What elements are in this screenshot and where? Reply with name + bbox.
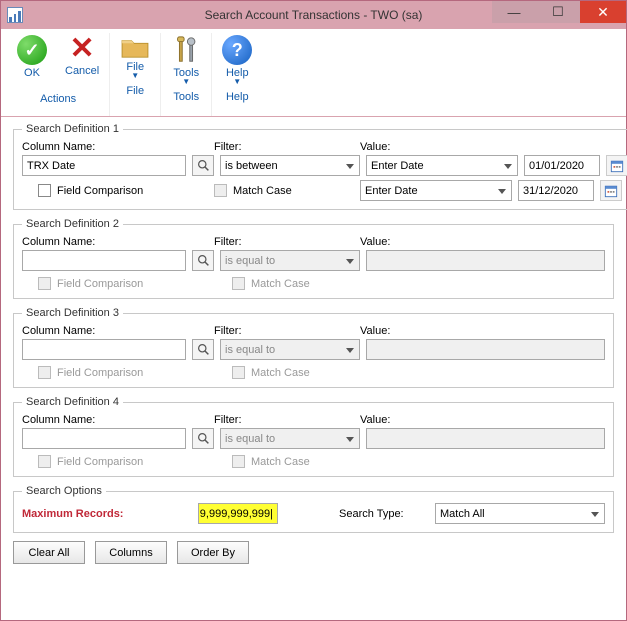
chevron-down-icon: ▼ — [182, 79, 190, 85]
app-icon — [7, 7, 23, 23]
search-definition-legend: Search Definition 3 — [22, 307, 123, 319]
window-buttons: — ☐ ✕ — [492, 1, 626, 23]
titlebar: Search Account Transactions - TWO (sa) —… — [1, 1, 626, 29]
column-name-field[interactable] — [22, 428, 186, 449]
search-definition-group: Search Definition 4 Column Name: Filter: Va… — [13, 396, 614, 477]
file-button[interactable]: File ▼ — [114, 33, 156, 81]
filter-select[interactable]: is equal to — [220, 428, 360, 449]
cancel-button[interactable]: ✕ Cancel — [59, 33, 105, 89]
toolbar-group-label: Tools — [165, 91, 207, 103]
filter-select[interactable]: is equal to — [220, 250, 360, 271]
column-name-label: Column Name: — [22, 141, 208, 153]
filter-label: Filter: — [214, 325, 354, 337]
value-select[interactable]: Enter Date — [366, 155, 518, 176]
filter-label: Filter: — [214, 414, 354, 426]
calendar-button[interactable] — [600, 180, 622, 201]
field-comparison-checkbox: Field Comparison — [38, 366, 208, 379]
filter-label: Filter: — [214, 236, 354, 248]
toolbar-group-file: File ▼ File — [110, 33, 161, 116]
help-button[interactable]: ? Help ▼ — [216, 33, 258, 87]
ok-icon: ✓ — [17, 35, 47, 65]
value-field[interactable] — [366, 339, 605, 360]
column-name-field[interactable] — [22, 339, 186, 360]
field-comparison-checkbox: Field Comparison — [38, 277, 208, 290]
search-type-label: Search Type: — [339, 508, 429, 520]
clear-all-button[interactable]: Clear All — [13, 541, 85, 564]
match-case-checkbox: Match Case — [214, 184, 354, 197]
filter-label: Filter: — [214, 141, 354, 153]
field-comparison-checkbox[interactable]: Field Comparison — [38, 184, 208, 197]
match-case-checkbox: Match Case — [232, 277, 310, 290]
search-options-legend: Search Options — [22, 485, 106, 497]
value-label: Value: — [360, 236, 605, 248]
help-icon: ? — [222, 35, 252, 65]
bottom-buttons: Clear All Columns Order By — [13, 541, 614, 564]
column-name-field[interactable]: TRX Date — [22, 155, 186, 176]
lookup-button[interactable] — [192, 428, 214, 449]
chevron-down-icon: ▼ — [233, 79, 241, 85]
search-type-select[interactable]: Match All — [435, 503, 605, 524]
toolbar-group-label: Help — [216, 91, 258, 103]
search-options-group: Search Options Maximum Records: 9,999,99… — [13, 485, 614, 533]
order-by-button[interactable]: Order By — [177, 541, 249, 564]
maximum-records-field[interactable]: 9,999,999,999| — [198, 503, 278, 524]
search-definition-legend: Search Definition 1 — [22, 123, 123, 135]
value-label: Value: — [360, 141, 627, 153]
maximum-records-label: Maximum Records: — [22, 508, 192, 520]
ok-button[interactable]: ✓ OK — [11, 33, 53, 89]
filter-select[interactable]: is equal to — [220, 339, 360, 360]
chevron-down-icon: ▼ — [131, 73, 139, 79]
search-definition-group: Search Definition 2 Column Name: Filter: Va… — [13, 218, 614, 299]
content-area: Search Definition 1 Column Name: Filter: Va… — [1, 117, 626, 574]
search-definition-group: Search Definition 3 Column Name: Filter: Va… — [13, 307, 614, 388]
column-name-label: Column Name: — [22, 325, 208, 337]
value-field[interactable] — [366, 250, 605, 271]
value-field[interactable] — [366, 428, 605, 449]
toolbar-group-label: File — [114, 85, 156, 97]
minimize-button[interactable]: — — [492, 1, 536, 23]
toolbar: ✓ OK ✕ Cancel Actions File ▼ — [1, 29, 626, 117]
column-name-label: Column Name: — [22, 414, 208, 426]
close-button[interactable]: ✕ — [580, 1, 626, 23]
column-name-label: Column Name: — [22, 236, 208, 248]
toolbar-group-actions: ✓ OK ✕ Cancel Actions — [7, 33, 110, 116]
value-label: Value: — [360, 414, 605, 426]
search-definition-legend: Search Definition 2 — [22, 218, 123, 230]
toolbar-group-help: ? Help ▼ Help — [212, 33, 262, 116]
match-case-checkbox: Match Case — [232, 366, 310, 379]
match-case-checkbox: Match Case — [232, 455, 310, 468]
maximize-button[interactable]: ☐ — [536, 1, 580, 23]
search-definition-group: Search Definition 1 Column Name: Filter: Va… — [13, 123, 627, 210]
tools-icon — [171, 35, 201, 65]
value-label: Value: — [360, 325, 605, 337]
toolbar-group-label: Actions — [11, 93, 105, 105]
column-name-field[interactable] — [22, 250, 186, 271]
calendar-button[interactable] — [606, 155, 627, 176]
tools-button[interactable]: Tools ▼ — [165, 33, 207, 87]
filter-select[interactable]: is between — [220, 155, 360, 176]
cancel-icon: ✕ — [70, 35, 95, 63]
field-comparison-checkbox: Field Comparison — [38, 455, 208, 468]
folder-icon — [120, 35, 150, 59]
lookup-button[interactable] — [192, 339, 214, 360]
search-definition-legend: Search Definition 4 — [22, 396, 123, 408]
date-field[interactable]: 31/12/2020 — [518, 180, 594, 201]
lookup-button[interactable] — [192, 155, 214, 176]
value-select[interactable]: Enter Date — [360, 180, 512, 201]
toolbar-group-tools: Tools ▼ Tools — [161, 33, 212, 116]
columns-button[interactable]: Columns — [95, 541, 167, 564]
window: Search Account Transactions - TWO (sa) —… — [0, 0, 627, 621]
lookup-button[interactable] — [192, 250, 214, 271]
date-field[interactable]: 01/01/2020 — [524, 155, 600, 176]
